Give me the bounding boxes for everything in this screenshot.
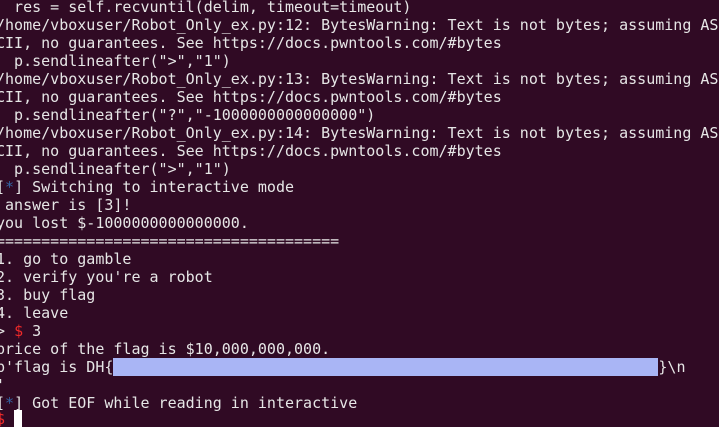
output-line: price of the flag is $10,000,000,000. xyxy=(0,340,331,358)
output-line: p.sendlineafter("?","-1000000000000000") xyxy=(0,106,376,124)
flag-line: b'flag is DH{ }\n xyxy=(0,358,686,376)
warning-line: CII, no guarantees. See https://docs.pwn… xyxy=(0,88,502,106)
prompt-marker: > xyxy=(0,322,6,340)
output-line: res = self.recvuntil(delim, timeout=time… xyxy=(0,0,412,16)
text-cursor[interactable] xyxy=(14,410,23,427)
status-text: ] Switching to interactive mode xyxy=(14,178,295,196)
status-line: [*] Switching to interactive mode xyxy=(0,178,294,196)
warning-line: CII, no guarantees. See https://docs.pwn… xyxy=(0,34,502,52)
menu-item: 2. verify you're a robot xyxy=(0,268,213,286)
menu-item: 4. leave xyxy=(0,304,69,322)
output-line: answer is [3]! xyxy=(0,196,132,214)
warning-line: /home/vboxuser/Robot_Only_ex.py:14: Byte… xyxy=(0,124,719,142)
status-text: ] Got EOF while reading in interactive xyxy=(14,394,358,412)
redaction-box xyxy=(113,358,659,376)
output-line: p.sendlineafter(">","1") xyxy=(0,52,231,70)
output-line: p.sendlineafter(">","1") xyxy=(0,160,231,178)
star-icon: * xyxy=(5,178,15,196)
separator-line: ====================================== xyxy=(0,232,340,250)
warning-line: /home/vboxuser/Robot_Only_ex.py:13: Byte… xyxy=(0,70,719,88)
output-line: ' xyxy=(0,376,5,394)
input-prompt-line[interactable]: $ xyxy=(0,410,23,427)
flag-suffix: }\n xyxy=(658,358,686,376)
prompt-line: > $ 3 xyxy=(0,322,41,340)
flag-prefix: b'flag is DH{ xyxy=(0,358,114,376)
terminal-window[interactable]: res = self.recvuntil(delim, timeout=time… xyxy=(0,0,719,427)
menu-item: 3. buy flag xyxy=(0,286,96,304)
menu-item: 1. go to gamble xyxy=(0,250,132,268)
dollar-prompt-icon: $ xyxy=(14,322,24,340)
warning-line: CII, no guarantees. See https://docs.pwn… xyxy=(0,142,502,160)
user-input: 3 xyxy=(23,322,42,340)
warning-line: /home/vboxuser/Robot_Only_ex.py:12: Byte… xyxy=(0,16,719,34)
status-line: [*] Got EOF while reading in interactive xyxy=(0,394,357,412)
output-line: you lost $-1000000000000000. xyxy=(0,214,249,232)
